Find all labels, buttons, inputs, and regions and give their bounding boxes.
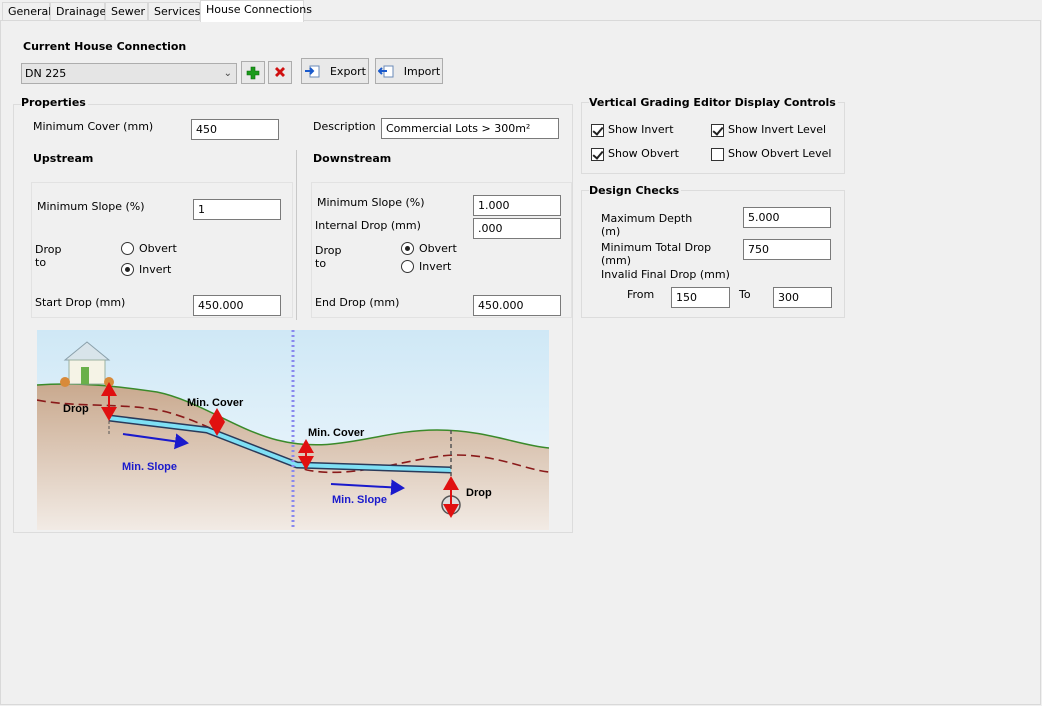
house-connection-diagram: Drop Min. Cover Min. Cover Min. Slope Mi… — [37, 330, 549, 530]
upstream-invert-label: Invert — [139, 263, 172, 276]
to-label: To — [739, 288, 751, 301]
max-depth-label: Maximum Depth — [601, 212, 693, 225]
diagram-min-slope-2-label: Min. Slope — [332, 494, 387, 506]
downstream-invert-radio[interactable] — [401, 260, 414, 273]
properties-title: Properties — [21, 96, 88, 109]
downstream-obvert-radio[interactable] — [401, 242, 414, 255]
tab-house-connections[interactable]: House Connections — [200, 0, 312, 22]
min-total-drop-label: Minimum Total Drop — [601, 241, 712, 254]
delete-connection-button[interactable] — [268, 61, 292, 84]
connection-select-value: DN 225 — [25, 67, 67, 80]
display-controls-title: Vertical Grading Editor Display Controls — [589, 96, 838, 109]
display-controls-group — [581, 102, 845, 174]
show-invert-label: Show Invert — [608, 123, 674, 136]
show-obvert-checkbox[interactable] — [591, 148, 604, 161]
section-divider — [296, 150, 297, 320]
end-drop-label: End Drop (mm) — [315, 296, 400, 309]
diagram-drop-right-label: Drop — [466, 487, 492, 499]
max-depth-input[interactable]: 5.000 — [743, 207, 831, 228]
upstream-obvert-label: Obvert — [139, 242, 177, 255]
from-input[interactable]: 150 — [671, 287, 730, 308]
upstream-min-slope-label: Minimum Slope (%) — [37, 200, 145, 213]
diagram-min-cover-1-label: Min. Cover — [187, 397, 244, 409]
invalid-final-drop-label: Invalid Final Drop (mm) — [601, 268, 730, 281]
tab-services[interactable]: Services — [148, 2, 200, 21]
add-connection-button[interactable] — [241, 61, 265, 84]
current-connection-title: Current House Connection — [23, 40, 187, 53]
downstream-drop-to-label-2: to — [315, 257, 327, 270]
upstream-drop-to-label-2: to — [35, 256, 47, 269]
description-input[interactable]: Commercial Lots > 300m² — [381, 118, 559, 139]
tab-sewer[interactable]: Sewer — [105, 2, 148, 21]
max-depth-unit-label: (m) — [601, 225, 621, 238]
export-button[interactable]: Export — [301, 58, 369, 84]
import-label: Import — [403, 64, 441, 78]
diagram-drop-left-label: Drop — [63, 403, 89, 415]
export-label: Export — [329, 64, 366, 78]
downstream-title: Downstream — [313, 152, 392, 165]
show-invert-level-label: Show Invert Level — [728, 123, 827, 136]
upstream-drop-to-label-1: Drop — [35, 243, 62, 256]
min-total-drop-unit-label: (mm) — [601, 254, 632, 267]
chevron-down-icon: ⌄ — [223, 68, 232, 79]
downstream-drop-to-label-1: Drop — [315, 244, 342, 257]
upstream-invert-radio[interactable] — [121, 263, 134, 276]
downstream-min-slope-label: Minimum Slope (%) — [317, 196, 425, 209]
downstream-invert-label: Invert — [419, 260, 452, 273]
min-total-drop-input[interactable]: 750 — [743, 239, 831, 260]
downstream-obvert-label: Obvert — [419, 242, 457, 255]
start-drop-label: Start Drop (mm) — [35, 296, 126, 309]
internal-drop-input[interactable]: .000 — [473, 218, 561, 239]
to-input[interactable]: 300 — [773, 287, 832, 308]
end-drop-input[interactable]: 450.000 — [473, 295, 561, 316]
import-icon — [377, 65, 394, 78]
upstream-min-slope-input[interactable]: 1 — [193, 199, 281, 220]
show-obvert-level-checkbox[interactable] — [711, 148, 724, 161]
diagram-min-cover-2-label: Min. Cover — [308, 427, 365, 439]
tab-drainage[interactable]: Drainage — [50, 2, 106, 21]
show-obvert-label: Show Obvert — [608, 147, 679, 160]
plus-icon — [246, 66, 260, 79]
diagram-min-slope-1-label: Min. Slope — [122, 461, 177, 473]
show-obvert-level-label: Show Obvert Level — [728, 147, 832, 160]
upstream-obvert-radio[interactable] — [121, 242, 134, 255]
downstream-min-slope-input[interactable]: 1.000 — [473, 195, 561, 216]
min-cover-label: Minimum Cover (mm) — [33, 120, 154, 133]
from-label: From — [627, 288, 655, 301]
start-drop-input[interactable]: 450.000 — [193, 295, 281, 316]
export-icon — [304, 65, 320, 78]
upstream-title: Upstream — [33, 152, 94, 165]
delete-icon — [275, 66, 285, 77]
show-invert-checkbox[interactable] — [591, 124, 604, 137]
min-cover-input[interactable]: 450 — [191, 119, 279, 140]
tab-general[interactable]: General — [2, 2, 51, 21]
description-label: Description — [313, 120, 376, 133]
import-button[interactable]: Import — [375, 58, 443, 84]
tab-bar: General Drainage Sewer Services House Co… — [0, 0, 1042, 22]
show-invert-level-checkbox[interactable] — [711, 124, 724, 137]
design-checks-title: Design Checks — [589, 184, 682, 197]
internal-drop-label: Internal Drop (mm) — [315, 219, 421, 232]
connection-select[interactable]: DN 225 ⌄ — [21, 63, 237, 84]
